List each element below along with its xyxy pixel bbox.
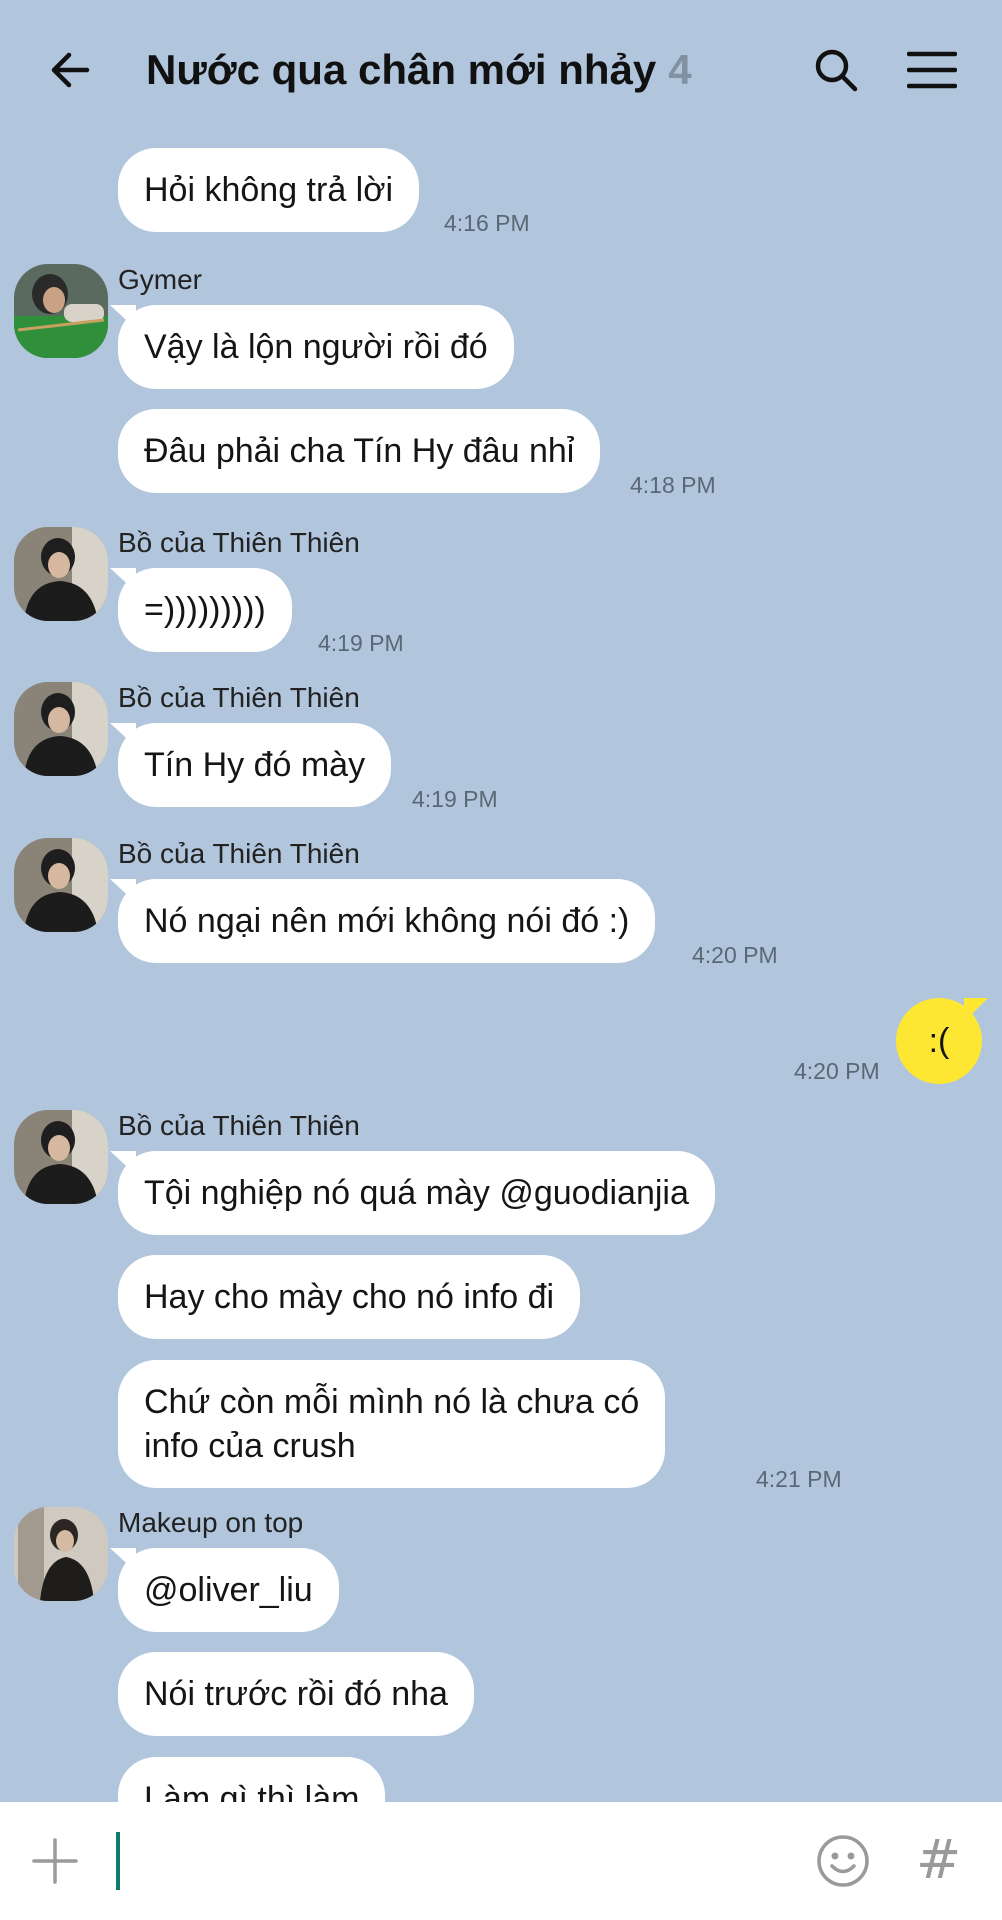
message-text: Hỏi không trả lời <box>144 171 394 209</box>
message-time: 4:16 PM <box>444 210 530 236</box>
message-text: @oliver_liu <box>144 1571 313 1609</box>
chat-title[interactable]: Nước qua chân mới nhảy 4 <box>146 42 692 98</box>
message-bubble[interactable]: Làm gì thì làm <box>118 1757 386 1802</box>
avatar-makeup-on-top[interactable] <box>14 1507 108 1601</box>
message-time: 4:18 PM <box>630 472 716 498</box>
message-bubble[interactable]: Chứ còn mỗi mình nó là chưa có info của … <box>118 1360 666 1488</box>
message-time: 4:19 PM <box>412 786 498 812</box>
chat-title-text: Nước qua chân mới nhảy <box>146 46 657 93</box>
message-time: 4:21 PM <box>756 1466 842 1492</box>
menu-button[interactable] <box>902 40 962 100</box>
message-text: Đâu phải cha Tín Hy đâu nhỉ <box>144 432 575 470</box>
sender-name: Bồ của Thiên Thiên <box>118 527 360 558</box>
message-text: :( <box>928 1022 950 1060</box>
sender-name: Gymer <box>118 264 202 295</box>
message-text: =))))))))) <box>144 591 266 629</box>
search-button[interactable] <box>806 40 866 100</box>
sender-name: Bồ của Thiên Thiên <box>118 1110 360 1141</box>
avatar-gymer[interactable] <box>14 264 108 358</box>
plus-icon <box>32 1838 78 1884</box>
message-text: Hay cho mày cho nó info đi <box>144 1278 555 1316</box>
message-bubble[interactable]: Đâu phải cha Tín Hy đâu nhỉ <box>118 409 601 493</box>
message-bubble[interactable]: Tội nghiệp nó quá mày @guodianjia <box>118 1151 715 1235</box>
message-input[interactable] <box>116 1832 776 1890</box>
arrow-left-icon <box>51 52 90 88</box>
message-bubble[interactable]: Tín Hy đó mày <box>118 723 392 807</box>
hamburger-menu-icon <box>907 51 957 89</box>
emoji-button[interactable] <box>816 1834 870 1888</box>
message-bubble[interactable]: Nó ngại nên mới không nói đó :) <box>118 879 656 963</box>
message-time: 4:20 PM <box>794 1058 880 1084</box>
search-icon <box>815 49 858 92</box>
message-text: Tín Hy đó mày <box>144 746 366 784</box>
member-count: 4 <box>668 46 692 93</box>
avatar-image <box>14 1507 108 1601</box>
my-message-bubble[interactable]: :( <box>896 998 982 1084</box>
message-input-bar: # <box>0 1802 1002 1920</box>
message-bubble[interactable]: =))))))))) <box>118 568 292 652</box>
message-text: Tội nghiệp nó quá mày @guodianjia <box>144 1174 689 1212</box>
hashtag-button[interactable]: # <box>916 1830 966 1890</box>
message-time: 4:19 PM <box>318 630 404 656</box>
chat-header: Nước qua chân mới nhảy 4 <box>0 0 1002 140</box>
attach-button[interactable] <box>30 1836 80 1886</box>
emoji-icon <box>817 1835 869 1887</box>
avatar-image <box>14 264 108 358</box>
avatar-bo-cua-thien-thien[interactable] <box>14 682 108 776</box>
message-bubble[interactable]: Nói trước rồi đó nha <box>118 1652 474 1736</box>
message-text: Làm gì thì làm <box>144 1780 360 1802</box>
message-text: Nó ngại nên mới không nói đó :) <box>144 902 630 940</box>
message-bubble[interactable]: @oliver_liu <box>118 1548 339 1632</box>
message-time: 4:20 PM <box>692 942 778 968</box>
message-list[interactable]: Hỏi không trả lời 4:16 PM Gymer Vậy là l… <box>0 140 1002 1802</box>
avatar-image <box>14 838 108 932</box>
avatar-bo-cua-thien-thien[interactable] <box>14 1110 108 1204</box>
message-bubble[interactable]: Hay cho mày cho nó info đi <box>118 1255 581 1339</box>
sender-name: Bồ của Thiên Thiên <box>118 682 360 713</box>
sender-name: Makeup on top <box>118 1507 304 1538</box>
avatar-bo-cua-thien-thien[interactable] <box>14 527 108 621</box>
message-text-line: info của crush <box>144 1427 356 1465</box>
message-text: Nói trước rồi đó nha <box>144 1675 448 1713</box>
avatar-bo-cua-thien-thien[interactable] <box>14 838 108 932</box>
message-bubble[interactable]: Hỏi không trả lời <box>118 148 420 232</box>
avatar-image <box>14 1110 108 1204</box>
avatar-image <box>14 682 108 776</box>
avatar-image <box>14 527 108 621</box>
message-text-line: Chứ còn mỗi mình nó là chưa có <box>144 1383 640 1421</box>
sender-name: Bồ của Thiên Thiên <box>118 838 360 869</box>
back-button[interactable] <box>40 40 100 100</box>
message-bubble[interactable]: Vậy là lộn người rồi đó <box>118 305 514 389</box>
message-text: Vậy là lộn người rồi đó <box>144 328 488 366</box>
